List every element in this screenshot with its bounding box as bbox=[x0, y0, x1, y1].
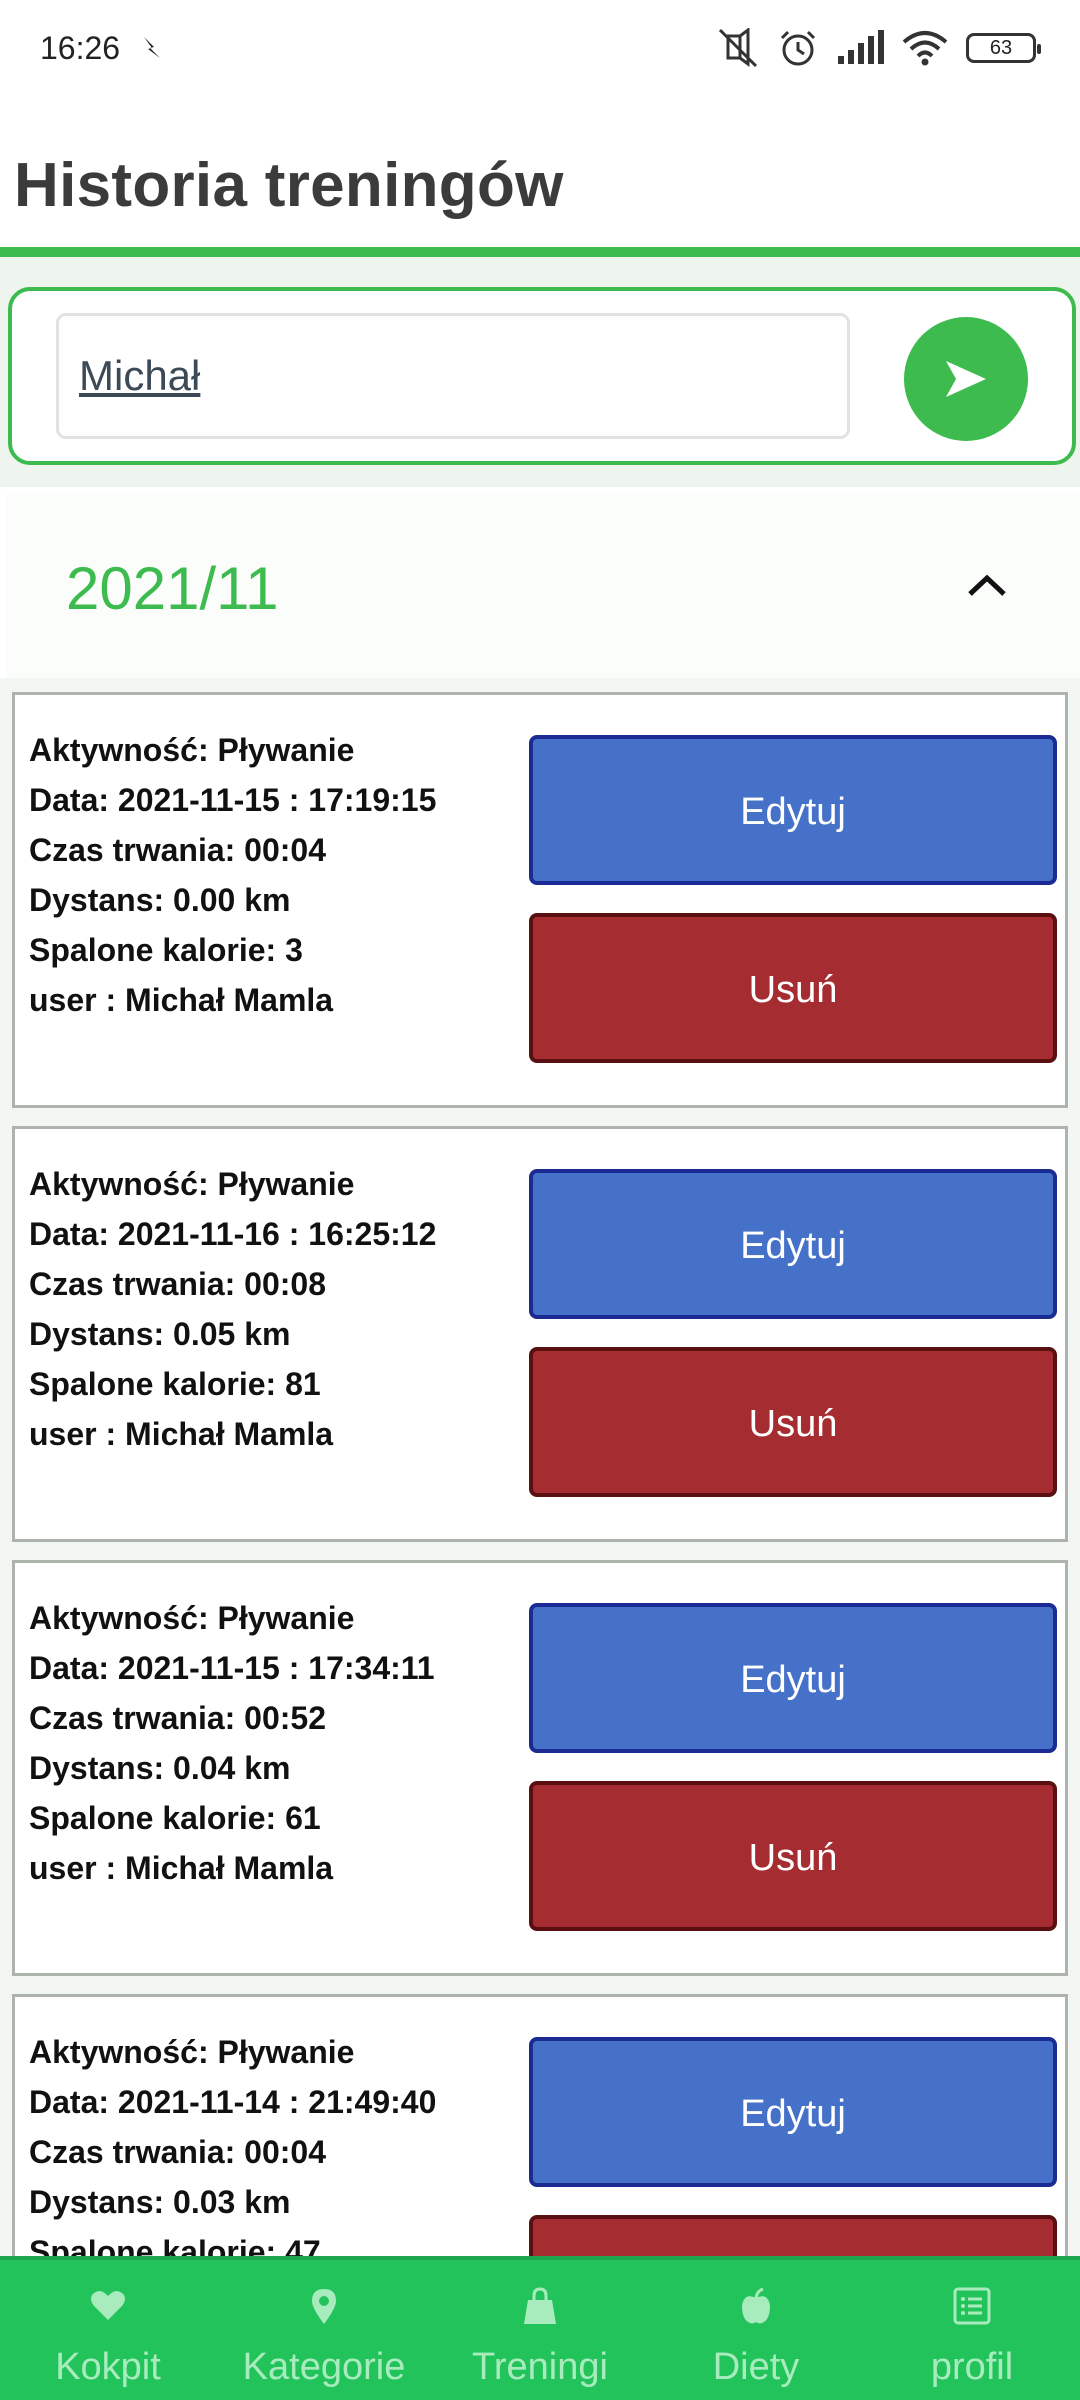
search-submit-button[interactable] bbox=[904, 317, 1028, 441]
workout-details: Aktywność: Pływanie Data: 2021-11-15 : 1… bbox=[29, 1593, 435, 1893]
workout-date: Data: 2021-11-15 : 17:34:11 bbox=[29, 1650, 435, 1686]
battery-icon: 63 bbox=[966, 33, 1041, 63]
delete-button[interactable]: Usuń bbox=[529, 1347, 1057, 1497]
workout-duration: Czas trwania: 00:52 bbox=[29, 1700, 327, 1736]
workout-calories: Spalone kalorie: 61 bbox=[29, 1800, 321, 1836]
workout-details: Aktywność: Pływanie Data: 2021-11-14 : 2… bbox=[29, 2027, 436, 2277]
workout-card: Aktywność: Pływanie Data: 2021-11-15 : 1… bbox=[12, 1560, 1068, 1976]
workout-user: user : Michał Mamla bbox=[29, 1850, 334, 1886]
apple-icon bbox=[742, 2287, 770, 2324]
workout-activity: Aktywność: Pływanie bbox=[29, 2034, 355, 2070]
workout-list: Aktywność: Pływanie Data: 2021-11-15 : 1… bbox=[0, 678, 1080, 2400]
nav-item-diety[interactable]: Diety bbox=[648, 2260, 864, 2400]
workout-distance: Dystans: 0.04 km bbox=[29, 1750, 291, 1786]
search-input[interactable]: Michał bbox=[56, 313, 850, 439]
workout-calories: Spalone kalorie: 3 bbox=[29, 932, 303, 968]
edit-button[interactable]: Edytuj bbox=[529, 735, 1057, 885]
bottom-nav: Kokpit Kategorie Treningi Diety profil bbox=[0, 2256, 1080, 2400]
workout-distance: Dystans: 0.00 km bbox=[29, 882, 291, 918]
status-time: 16:26 bbox=[40, 30, 121, 66]
workout-card: Aktywność: Pływanie Data: 2021-11-15 : 1… bbox=[12, 692, 1068, 1108]
search-input-value: Michał bbox=[79, 352, 201, 399]
workout-user: user : Michał Mamla bbox=[29, 982, 334, 1018]
notification-icon bbox=[144, 37, 160, 58]
title-divider bbox=[0, 247, 1080, 257]
status-icons: 63 bbox=[716, 24, 1041, 72]
workout-card: Aktywność: Pływanie Data: 2021-11-16 : 1… bbox=[12, 1126, 1068, 1542]
battery-level: 63 bbox=[989, 37, 1013, 59]
nav-item-profil[interactable]: profil bbox=[864, 2260, 1080, 2400]
delete-button[interactable]: Usuń bbox=[529, 1781, 1057, 1931]
workout-calories: Spalone kalorie: 81 bbox=[29, 1366, 321, 1402]
wifi-icon bbox=[902, 31, 948, 66]
nav-item-treningi[interactable]: Treningi bbox=[432, 2260, 648, 2400]
workout-details: Aktywność: Pływanie Data: 2021-11-15 : 1… bbox=[29, 725, 436, 1025]
month-header[interactable]: 2021/11 bbox=[6, 492, 1080, 678]
nav-item-kokpit[interactable]: Kokpit bbox=[0, 2260, 216, 2400]
page-title: Historia treningów bbox=[14, 151, 564, 220]
workout-user: user : Michał Mamla bbox=[29, 1416, 334, 1452]
nav-label: profil bbox=[930, 2346, 1014, 2388]
edit-button[interactable]: Edytuj bbox=[529, 2037, 1057, 2187]
nav-label: Kategorie bbox=[242, 2346, 406, 2388]
mute-icon bbox=[718, 28, 758, 68]
workout-date: Data: 2021-11-16 : 16:25:12 bbox=[29, 1216, 437, 1252]
chevron-up-icon[interactable] bbox=[964, 570, 1010, 600]
app-screen: 16:26 63 Historia treningów Michał 2021/… bbox=[0, 0, 1080, 2400]
edit-button[interactable]: Edytuj bbox=[529, 1169, 1057, 1319]
delete-button[interactable]: Usuń bbox=[529, 913, 1057, 1063]
search-section: Michał bbox=[0, 257, 1080, 487]
workout-duration: Czas trwania: 00:08 bbox=[29, 1266, 327, 1302]
shopping-bag-icon bbox=[524, 2287, 556, 2324]
workout-date: Data: 2021-11-14 : 21:49:40 bbox=[29, 2084, 437, 2120]
workout-date: Data: 2021-11-15 : 17:19:15 bbox=[29, 782, 437, 818]
nav-label: Diety bbox=[712, 2346, 800, 2388]
send-icon bbox=[946, 361, 986, 397]
workout-activity: Aktywność: Pływanie bbox=[29, 1600, 355, 1636]
nav-label: Kokpit bbox=[55, 2346, 161, 2388]
month-label: 2021/11 bbox=[66, 555, 279, 622]
map-pin-icon bbox=[312, 2289, 336, 2324]
workout-details: Aktywność: Pływanie Data: 2021-11-16 : 1… bbox=[29, 1159, 436, 1459]
alarm-icon bbox=[780, 30, 816, 66]
workout-distance: Dystans: 0.03 km bbox=[29, 2184, 291, 2220]
heart-icon bbox=[91, 2291, 125, 2320]
search-box: Michał bbox=[8, 287, 1076, 465]
status-bar: 16:26 63 bbox=[0, 0, 1080, 96]
workout-activity: Aktywność: Pływanie bbox=[29, 1166, 355, 1202]
list-icon bbox=[953, 2287, 991, 2325]
signal-icon bbox=[838, 30, 884, 64]
workout-duration: Czas trwania: 00:04 bbox=[29, 2134, 327, 2170]
workout-duration: Czas trwania: 00:04 bbox=[29, 832, 327, 868]
nav-label: Treningi bbox=[472, 2346, 608, 2388]
workout-distance: Dystans: 0.05 km bbox=[29, 1316, 291, 1352]
nav-item-kategorie[interactable]: Kategorie bbox=[216, 2260, 432, 2400]
workout-activity: Aktywność: Pływanie bbox=[29, 732, 355, 768]
edit-button[interactable]: Edytuj bbox=[529, 1603, 1057, 1753]
